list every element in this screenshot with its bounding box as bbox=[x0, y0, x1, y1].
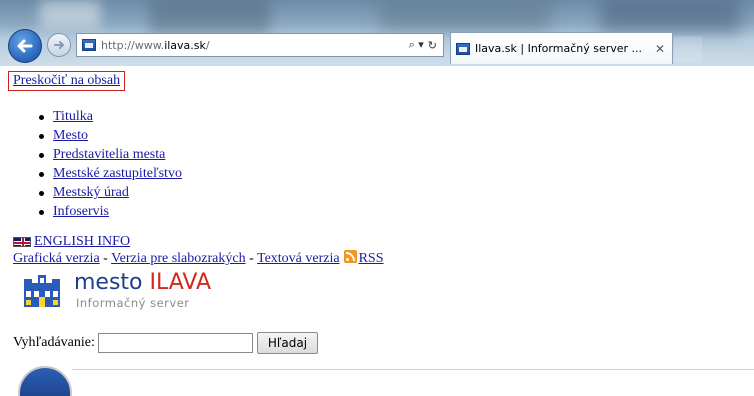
separator: - bbox=[99, 251, 112, 266]
refresh-icon[interactable]: ↻ bbox=[428, 39, 437, 52]
site-logo[interactable]: mesto ILAVA Informačný server bbox=[20, 271, 240, 311]
nav-item: Mestský úrad bbox=[38, 183, 182, 202]
divider bbox=[72, 369, 754, 370]
close-icon[interactable]: ✕ bbox=[652, 42, 668, 56]
browser-chrome: http://www.ilava.sk/ ⌕ ▾ ↻ Ilava.sk | In… bbox=[0, 0, 754, 66]
ilava-crest-icon bbox=[20, 273, 64, 309]
version-links: Grafická verzia - Verzia pre slabozrakýc… bbox=[13, 250, 384, 267]
address-bar[interactable]: http://www.ilava.sk/ ⌕ ▾ ↻ bbox=[76, 33, 444, 57]
nav-item: Mesto bbox=[38, 126, 182, 145]
logo-title: mesto ILAVA bbox=[74, 270, 212, 295]
emblem-partial-icon bbox=[18, 366, 72, 396]
nav-item: Titulka bbox=[38, 107, 182, 126]
back-button[interactable] bbox=[8, 29, 42, 63]
uk-flag-icon bbox=[13, 236, 31, 247]
skip-to-content-link[interactable]: Preskočiť na obsah bbox=[8, 71, 126, 91]
search-label: Vyhľadávanie: bbox=[13, 335, 95, 350]
english-info-link[interactable]: ENGLISH INFO bbox=[34, 234, 130, 249]
nav-link-infoservis[interactable]: Infoservis bbox=[53, 204, 109, 219]
nav-link-zastupitelstvo[interactable]: Mestské zastupiteľstvo bbox=[53, 166, 182, 181]
nav-item: Predstavitelia mesta bbox=[38, 145, 182, 164]
separator: - bbox=[245, 251, 257, 266]
nav-item: Infoservis bbox=[38, 202, 182, 221]
nav-item: Mestské zastupiteľstvo bbox=[38, 164, 182, 183]
new-tab-button[interactable] bbox=[674, 36, 702, 62]
graphic-version-link[interactable]: Grafická verzia bbox=[13, 251, 100, 266]
tab-title: Ilava.sk | Informačný server ... bbox=[475, 42, 643, 55]
arrow-left-icon bbox=[17, 39, 33, 53]
browser-tab[interactable]: Ilava.sk | Informačný server ... ✕ bbox=[450, 32, 673, 64]
url-text[interactable]: http://www.ilava.sk/ bbox=[101, 39, 409, 52]
visually-impaired-version-link[interactable]: Verzia pre slabozrakých bbox=[111, 251, 245, 266]
search-form: Vyhľadávanie: Hľadaj bbox=[13, 332, 319, 354]
logo-subtitle: Informačný server bbox=[76, 296, 190, 310]
text-version-link[interactable]: Textová verzia bbox=[257, 251, 340, 266]
tab-favicon-icon bbox=[456, 42, 470, 55]
nav-link-titulka[interactable]: Titulka bbox=[53, 109, 93, 124]
page-content: Preskočiť na obsah Titulka Mesto Predsta… bbox=[0, 66, 754, 396]
rss-link[interactable]: RSS bbox=[359, 251, 384, 266]
nav-link-mesto[interactable]: Mesto bbox=[53, 128, 88, 143]
english-info: ENGLISH INFO bbox=[13, 233, 130, 250]
rss-icon bbox=[343, 250, 357, 263]
nav-link-predstavitelia[interactable]: Predstavitelia mesta bbox=[53, 147, 165, 162]
forward-button[interactable] bbox=[47, 33, 71, 57]
search-dropdown-icon[interactable]: ⌕ ▾ bbox=[409, 38, 424, 52]
search-button[interactable]: Hľadaj bbox=[256, 332, 319, 354]
nav-link-urad[interactable]: Mestský úrad bbox=[53, 185, 129, 200]
main-navigation: Titulka Mesto Predstavitelia mesta Mests… bbox=[38, 107, 182, 221]
search-input[interactable] bbox=[97, 333, 253, 353]
site-favicon-icon bbox=[82, 39, 96, 51]
arrow-right-icon bbox=[54, 41, 64, 49]
